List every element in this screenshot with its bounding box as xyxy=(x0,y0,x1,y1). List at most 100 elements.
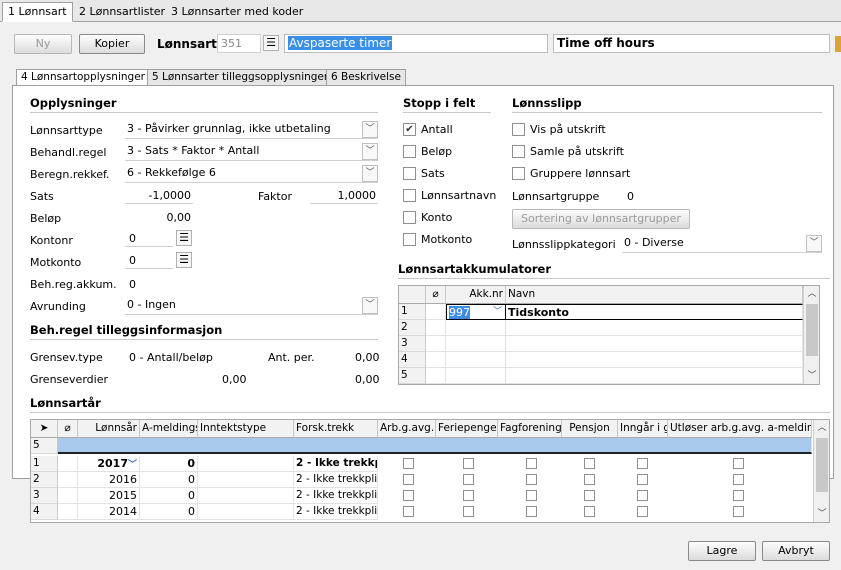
a-meldings-column-header[interactable]: A-meldings xyxy=(140,420,198,438)
scroll-thumb[interactable] xyxy=(816,438,828,492)
row-checkbox[interactable] xyxy=(637,506,648,517)
scroll-down-icon[interactable]: ﹀ xyxy=(814,506,830,522)
row-checkbox[interactable] xyxy=(526,506,537,517)
year-cell[interactable]: 2016 xyxy=(78,472,140,488)
tab-lonnsartlister[interactable]: 2 Lønnsartlister xyxy=(73,2,171,22)
lookup-list-icon[interactable]: ☰ xyxy=(263,35,279,51)
row-checkbox[interactable] xyxy=(733,458,744,469)
lonnsslippkategori-select[interactable]: 0 - Diverse ﹀ xyxy=(622,235,822,253)
chevron-down-icon[interactable]: ﹀ xyxy=(362,165,378,182)
lonnsarttype-select[interactable]: 3 - Påvirker grunnlag, ikke utbetaling ﹀ xyxy=(125,121,378,139)
stopp-antall-checkbox[interactable]: ✔ xyxy=(403,123,416,136)
chevron-down-icon[interactable]: ﹀ xyxy=(362,143,378,160)
row-checkbox[interactable] xyxy=(463,474,474,485)
row-checkbox[interactable] xyxy=(526,490,537,501)
chevron-down-icon[interactable]: ﹀ xyxy=(362,297,378,314)
row-checkbox[interactable] xyxy=(403,474,414,485)
amelding-cell[interactable]: 0 xyxy=(140,472,198,488)
forsk-trekk-cell[interactable]: 2 - Ikke trekkp xyxy=(294,456,378,472)
lonnsaar-scrollbar[interactable]: ︿ ﹀ xyxy=(813,420,829,522)
stopp-sats-checkbox[interactable] xyxy=(403,167,416,180)
chevron-down-icon[interactable]: ﹀ xyxy=(806,235,822,252)
lonnsart-name-field[interactable]: Avspaserte timer xyxy=(284,34,548,53)
akkumulatorer-scrollbar[interactable]: ︿ ﹀ xyxy=(803,286,819,384)
motkonto-lookup-icon[interactable]: ☰ xyxy=(176,252,192,268)
inntektstype-cell[interactable] xyxy=(198,456,294,472)
row-checkbox[interactable] xyxy=(403,506,414,517)
note-icon[interactable] xyxy=(835,36,841,52)
amelding-cell[interactable]: 0 xyxy=(140,488,198,504)
samle-pa-utskrift-checkbox[interactable] xyxy=(512,145,525,158)
forsk-trekk-column-header[interactable]: Forsk.trekk xyxy=(294,420,378,438)
stopp-motkonto-checkbox[interactable] xyxy=(403,233,416,246)
inntektstype-cell[interactable] xyxy=(198,504,294,520)
chevron-down-icon[interactable]: ﹀ xyxy=(128,460,137,470)
motkonto-field[interactable]: 0 xyxy=(125,253,173,269)
inngar-column-header[interactable]: Inngår i gr xyxy=(618,420,668,438)
row-checkbox[interactable] xyxy=(733,490,744,501)
akknr-cell[interactable] xyxy=(446,352,506,368)
scroll-thumb[interactable] xyxy=(806,304,818,356)
year-cell[interactable]: 2014 xyxy=(78,504,140,520)
forsk-trekk-cell[interactable]: 2 - Ikke trekkplikti xyxy=(294,472,378,488)
row-checkbox[interactable] xyxy=(733,506,744,517)
row-checkbox[interactable] xyxy=(584,474,595,485)
row-checkbox[interactable] xyxy=(463,506,474,517)
row-checkbox[interactable] xyxy=(403,458,414,469)
cancel-button[interactable]: Avbryt xyxy=(762,541,830,561)
row-checkbox[interactable] xyxy=(733,474,744,485)
scroll-down-icon[interactable]: ﹀ xyxy=(804,368,820,384)
inntektstype-column-header[interactable]: Inntektstype xyxy=(198,420,294,438)
row-checkbox[interactable] xyxy=(584,490,595,501)
avrunding-select[interactable]: 0 - Ingen ﹀ xyxy=(125,297,378,315)
vis-pa-utskrift-checkbox[interactable] xyxy=(512,123,525,136)
forsk-trekk-cell[interactable]: 2 - Ikke trekkplikti xyxy=(294,488,378,504)
new-button[interactable]: Ny xyxy=(14,34,72,54)
stopp-lonnsartnavn-checkbox[interactable] xyxy=(403,189,416,202)
row-checkbox[interactable] xyxy=(584,506,595,517)
save-button[interactable]: Lagre xyxy=(688,541,756,561)
utloser-column-header[interactable]: Utløser arb.g.avg. a-melding xyxy=(668,420,812,438)
year-cell[interactable]: 2015 xyxy=(78,488,140,504)
lonnsart-english-name-field[interactable]: Time off hours xyxy=(553,34,830,53)
akknr-column-header[interactable]: Akk.nr xyxy=(446,286,506,304)
new-row-highlight[interactable] xyxy=(58,438,812,454)
fagforening-column-header[interactable]: Fagforening xyxy=(498,420,562,438)
tab-lonnsarter-tilleggsopplysninger[interactable]: 5 Lønnsarter tilleggsopplysninger xyxy=(147,69,334,86)
row-checkbox[interactable] xyxy=(463,490,474,501)
tab-lonnsartopplysninger[interactable]: 4 Lønnsartopplysninger xyxy=(16,69,150,86)
stopp-belop-checkbox[interactable] xyxy=(403,145,416,158)
year-cell[interactable]: 2017﹀ xyxy=(78,456,140,472)
row-checkbox[interactable] xyxy=(526,458,537,469)
sortering-button[interactable]: Sortering av lønnsartgrupper xyxy=(512,209,690,229)
beregn-rekkef-select[interactable]: 6 - Rekkefølge 6 ﹀ xyxy=(125,165,378,183)
row-checkbox[interactable] xyxy=(584,458,595,469)
row-checkbox[interactable] xyxy=(637,474,648,485)
navn-column-header[interactable]: Navn xyxy=(506,286,803,304)
kontonr-lookup-icon[interactable]: ☰ xyxy=(176,230,192,246)
amelding-cell[interactable]: 0 xyxy=(140,456,198,472)
row-checkbox[interactable] xyxy=(637,458,648,469)
feriepenger-column-header[interactable]: Feriepenger xyxy=(436,420,498,438)
row-checkbox[interactable] xyxy=(403,490,414,501)
row-checkbox[interactable] xyxy=(526,474,537,485)
scroll-up-icon[interactable]: ︿ xyxy=(804,286,820,302)
akknr-cell[interactable] xyxy=(446,320,506,336)
akknr-cell[interactable]: 997 ﹀ xyxy=(446,304,506,320)
sats-field[interactable]: -1,0000 xyxy=(125,188,193,204)
arb-g-avg-column-header[interactable]: Arb.g.avg. xyxy=(378,420,436,438)
tab-lonnsart[interactable]: 1 Lønnsart xyxy=(2,2,73,22)
akknr-cell[interactable] xyxy=(446,336,506,352)
lonnsaar-column-header[interactable]: Lønnsår xyxy=(78,420,140,438)
akknr-cell[interactable] xyxy=(446,368,506,384)
copy-button[interactable]: Kopier xyxy=(79,34,145,54)
gruppere-lonnsart-checkbox[interactable] xyxy=(512,167,525,180)
tab-beskrivelse[interactable]: 6 Beskrivelse xyxy=(326,69,406,86)
row-checkbox[interactable] xyxy=(637,490,648,501)
chevron-down-icon[interactable]: ﹀ xyxy=(362,121,378,138)
lonnsart-number-field[interactable]: 351 xyxy=(217,34,261,53)
row-checkbox[interactable] xyxy=(463,458,474,469)
chevron-down-icon[interactable]: ﹀ xyxy=(493,305,502,319)
forsk-trekk-cell[interactable]: 2 - Ikke trekkplikti xyxy=(294,504,378,520)
kontonr-field[interactable]: 0 xyxy=(125,231,173,247)
